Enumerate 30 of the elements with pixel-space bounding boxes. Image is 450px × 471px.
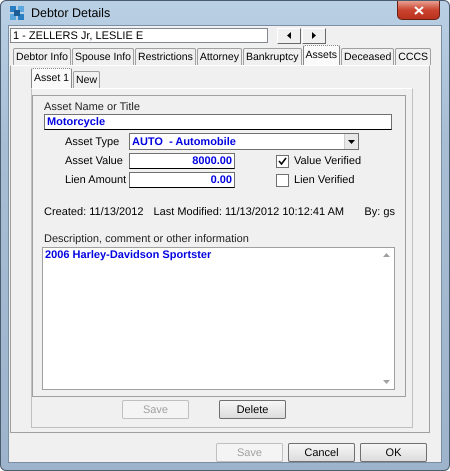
- tab[interactable]: New: [73, 71, 100, 88]
- tab[interactable]: Debtor Info: [13, 48, 71, 65]
- tab[interactable]: Assets: [302, 45, 340, 65]
- created-date: Created: 11/13/2012: [44, 206, 144, 218]
- asset-type-dropdown[interactable]: AUTO - Automobile: [129, 133, 359, 150]
- field-label: Description, comment or other information: [44, 232, 250, 246]
- field-label: Asset Name or Title: [44, 100, 141, 114]
- asset-value-field[interactable]: 8000.00: [129, 153, 235, 169]
- asset-name-field[interactable]: Motorcycle: [44, 114, 392, 130]
- field-label: Lien Amount: [64, 174, 128, 186]
- asset-action-button[interactable]: Delete: [219, 400, 286, 419]
- modified-by: By: gs: [364, 206, 395, 218]
- tab[interactable]: Attorney: [196, 48, 242, 65]
- field-label: Asset Type: [64, 136, 120, 148]
- dialog-button[interactable]: Cancel: [288, 443, 355, 462]
- dialog-button[interactable]: OK: [360, 443, 427, 462]
- tab[interactable]: Deceased: [341, 48, 394, 65]
- field-label: Asset Value: [64, 155, 124, 167]
- tab[interactable]: Asset 1: [31, 68, 72, 88]
- lien-amount-field[interactable]: 0.00: [129, 172, 235, 188]
- tab[interactable]: Restrictions: [135, 48, 196, 65]
- debtor-field[interactable]: 1 - ZELLERS Jr, LESLIE E: [10, 28, 268, 43]
- checkbox-label: Value Verified: [294, 155, 362, 167]
- tab[interactable]: Spouse Info: [72, 48, 134, 65]
- last-modified-date: Last Modified: 11/13/2012 10:12:41 AM: [153, 206, 344, 218]
- tab[interactable]: Bankruptcy: [242, 48, 302, 65]
- checkbox-label: Lien Verified: [294, 174, 355, 186]
- window-title: Debtor Details: [31, 6, 110, 20]
- tab[interactable]: CCCS: [395, 48, 432, 65]
- description-field[interactable]: 2006 Harley-Davidson Sportster: [42, 247, 395, 390]
